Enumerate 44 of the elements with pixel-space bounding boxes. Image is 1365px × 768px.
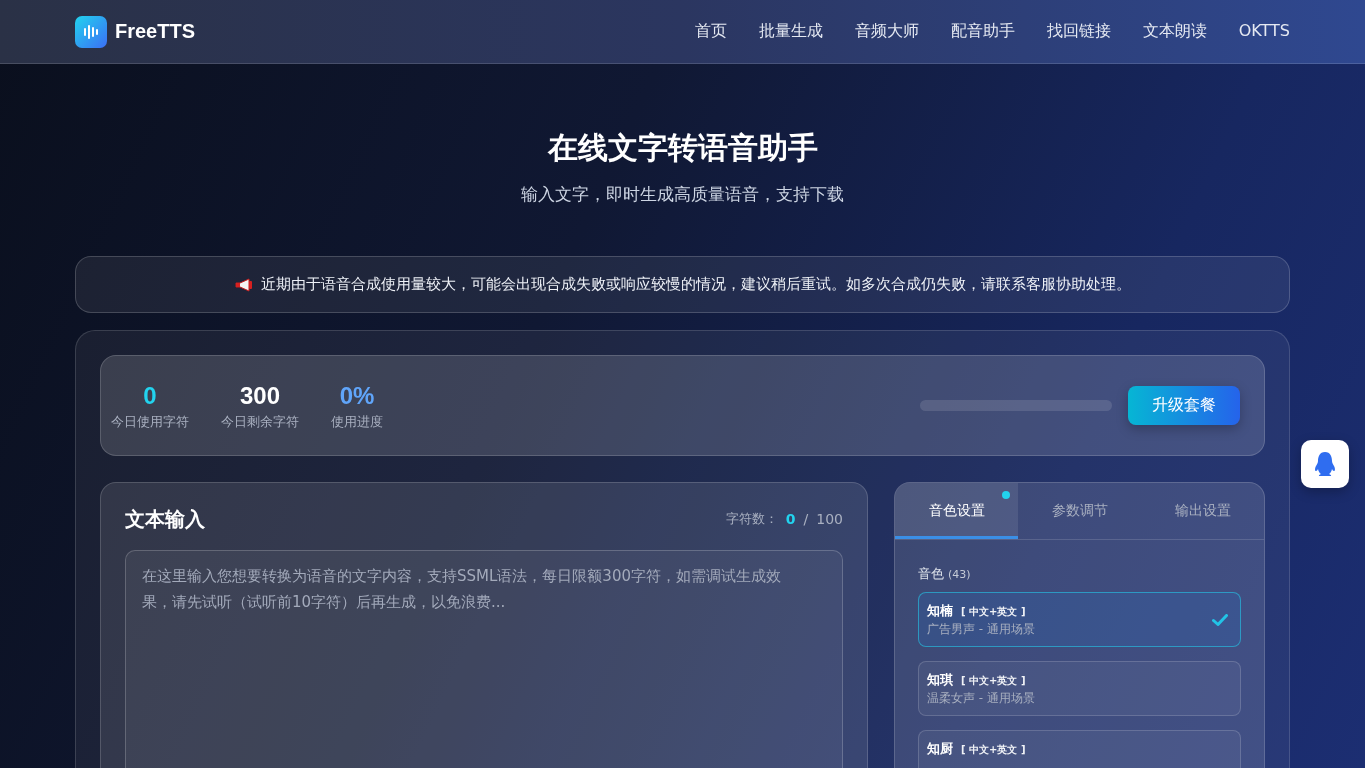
page-title: 在线文字转语音助手 [546,129,819,167]
stat-label: 今日剩余字符 [221,412,299,431]
char-count-label: 字符数： [725,510,778,528]
chat-button[interactable] [1301,440,1349,488]
count-separator: / [803,511,809,527]
nav-link[interactable]: 音频大师 [854,17,919,46]
settings-tab[interactable]: 输出设置 [1141,483,1264,539]
nav-link[interactable]: 文本朗读 [1142,17,1207,46]
nav-link[interactable]: 首页 [694,17,727,46]
voice-language-tag: [ 中文+英文 ] [961,743,1026,757]
voice-name: 知楠 [927,602,953,620]
char-count: 0 [785,511,796,527]
voice-option[interactable]: 知楠 [ 中文+英文 ] 广告男声 - 通用场景 [918,592,1241,647]
voice-label: 音色 [918,565,944,583]
voice-name: 知琪 [927,671,953,689]
page-subtitle: 输入文字，即时生成高质量语音，支持下载 [520,183,845,206]
nav-link[interactable]: 配音助手 [950,17,1015,46]
char-limit: 100 [816,511,843,527]
stat-label: 使用进度 [331,412,383,431]
penguin-icon [1313,451,1337,477]
nav-link[interactable]: 找回链接 [1046,17,1111,46]
check-icon [1212,614,1228,626]
voice-language-tag: [ 中文+英文 ] [961,605,1026,619]
brand-name: FreeTTS [115,20,196,43]
upgrade-button[interactable]: 升级套餐 [1128,386,1240,425]
settings-tab[interactable]: 参数调节 [1018,483,1141,539]
notice-text: 近期由于语音合成使用量较大，可能会出现合成失败或响应较慢的情况，建议稍后重试。如多次合成仍失败，请联系客服协助处理。 [260,275,1131,294]
nav-link[interactable]: 批量生成 [758,17,823,46]
voice-name: 知厨 [927,740,953,758]
card-title: 文本输入 [125,505,205,533]
settings-tab[interactable]: 音色设置 [895,483,1018,539]
voice-language-tag: [ 中文+英文 ] [961,674,1026,688]
voice-option[interactable]: 知厨 [ 中文+英文 ] [918,730,1241,768]
stat-value: 0 [143,380,157,411]
voice-description: 温柔女声 - 通用场景 [927,690,1035,707]
voice-option[interactable]: 知琪 [ 中文+英文 ] 温柔女声 - 通用场景 [918,661,1241,716]
voice-description: 广告男声 - 通用场景 [927,621,1035,638]
stat-value: 300 [239,380,280,411]
voice-count: (43) [948,568,971,581]
stat-value: 0% [339,380,375,411]
stat-label: 今日使用字符 [111,412,189,431]
nav-link[interactable]: OKTTS [1238,17,1290,46]
megaphone-icon [234,277,253,292]
logo-icon [75,15,107,48]
